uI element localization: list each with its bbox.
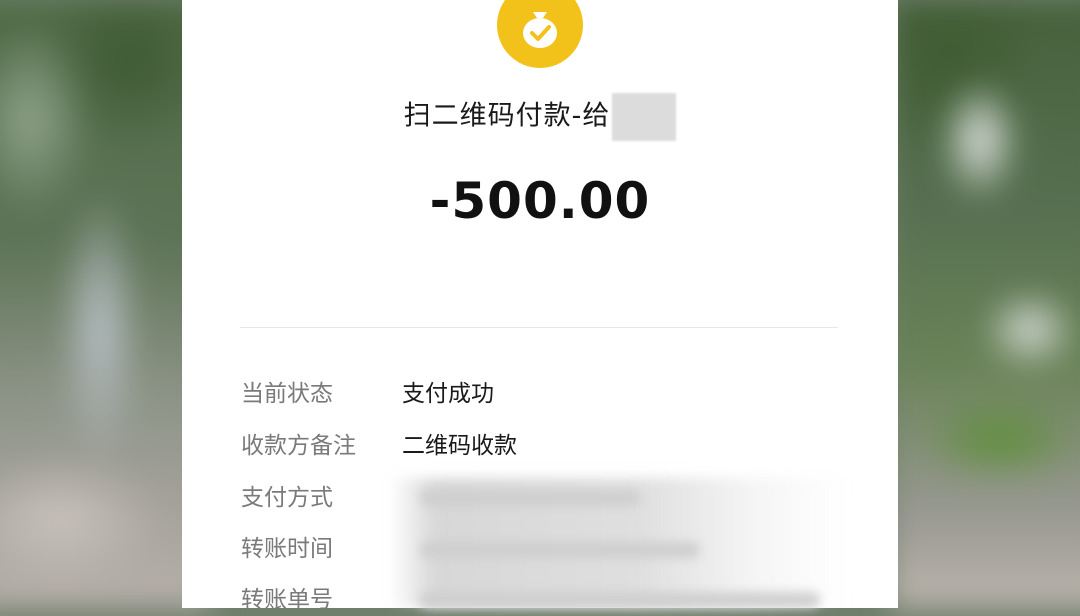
transfer-time-label: 转账时间 [241,536,333,562]
payment-title-text: 扫二维码付款-给 [403,100,611,132]
blurred-background-left [0,0,210,608]
money-bag-icon [497,0,583,68]
redacted-transfer-number [420,592,820,608]
redacted-payee-name [612,93,677,141]
payment-method-label: 支付方式 [241,485,333,511]
payment-title: 扫二维码付款-给 [0,93,1080,141]
section-divider [240,327,838,328]
payment-amount: -500.00 [429,172,651,230]
status-value: 支付成功 [402,381,494,407]
status-label: 当前状态 [241,381,333,407]
redacted-transfer-time [420,542,700,558]
payee-note-value: 二维码收款 [402,433,517,459]
transfer-number-label: 转账单号 [241,587,333,613]
payee-note-label: 收款方备注 [241,433,356,459]
blurred-background-right [890,0,1080,608]
redacted-payment-method [420,490,640,506]
